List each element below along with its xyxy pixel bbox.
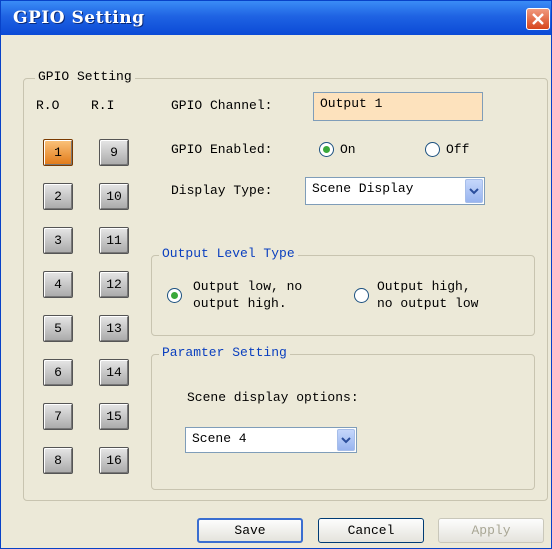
- gpio-output-button-label: 3: [54, 233, 62, 248]
- close-button[interactable]: [526, 8, 550, 30]
- output-level-title: Output Level Type: [159, 246, 298, 261]
- gpio-output-button[interactable]: 2: [43, 183, 73, 210]
- gpio-input-button-label: 14: [106, 365, 122, 380]
- gpio-channel-field[interactable]: Output 1: [313, 92, 483, 121]
- display-type-value: Scene Display: [312, 181, 414, 196]
- scene-display-options-label: Scene display options:: [187, 390, 359, 405]
- gpio-output-button[interactable]: 3: [43, 227, 73, 254]
- gpio-channel-label: GPIO Channel:: [171, 98, 273, 113]
- save-button[interactable]: Save: [197, 518, 303, 543]
- gpio-input-button[interactable]: 12: [99, 271, 129, 298]
- cancel-button[interactable]: Cancel: [318, 518, 424, 543]
- parameter-setting-group: [151, 354, 535, 490]
- gpio-output-button[interactable]: 5: [43, 315, 73, 342]
- gpio-input-button[interactable]: 16: [99, 447, 129, 474]
- output-low-label-line2[interactable]: output high.: [193, 296, 287, 311]
- gpio-enabled-label: GPIO Enabled:: [171, 142, 273, 157]
- close-icon: [532, 13, 544, 25]
- gpio-input-button[interactable]: 10: [99, 183, 129, 210]
- gpio-output-button-label: 8: [54, 453, 62, 468]
- gpio-output-button-label: 1: [54, 145, 62, 160]
- gpio-input-button[interactable]: 11: [99, 227, 129, 254]
- gpio-output-button[interactable]: 4: [43, 271, 73, 298]
- apply-button-label: Apply: [471, 523, 511, 538]
- gpio-output-button[interactable]: 1: [43, 139, 73, 166]
- chevron-down-icon[interactable]: [465, 179, 483, 203]
- display-type-select[interactable]: Scene Display: [305, 177, 485, 205]
- enabled-on-label[interactable]: On: [340, 142, 356, 157]
- gpio-channel-value: Output 1: [320, 96, 383, 111]
- gpio-input-button-label: 13: [106, 321, 122, 336]
- gpio-output-button-label: 4: [54, 277, 62, 292]
- window-title: GPIO Setting: [13, 8, 145, 28]
- scene-select-value: Scene 4: [192, 431, 247, 446]
- output-low-radio[interactable]: [167, 288, 182, 303]
- ri-column-header: R.I: [91, 98, 115, 113]
- output-high-label-line2[interactable]: no output low: [377, 296, 478, 311]
- title-bar: GPIO Setting: [1, 1, 551, 35]
- chevron-down-icon[interactable]: [337, 429, 355, 451]
- gpio-input-button[interactable]: 14: [99, 359, 129, 386]
- gpio-input-button-label: 10: [106, 189, 122, 204]
- save-button-label: Save: [234, 523, 266, 538]
- gpio-output-button[interactable]: 8: [43, 447, 73, 474]
- output-high-label-line1[interactable]: Output high,: [377, 279, 471, 294]
- display-type-label: Display Type:: [171, 183, 273, 198]
- gpio-input-button-label: 11: [106, 233, 122, 248]
- apply-button[interactable]: Apply: [438, 518, 544, 543]
- gpio-setting-group-title: GPIO Setting: [35, 69, 135, 84]
- gpio-input-button-label: 16: [106, 453, 122, 468]
- enabled-off-radio[interactable]: [425, 142, 440, 157]
- gpio-input-button[interactable]: 15: [99, 403, 129, 430]
- parameter-setting-title: Paramter Setting: [159, 345, 290, 360]
- gpio-output-button[interactable]: 6: [43, 359, 73, 386]
- gpio-input-button[interactable]: 13: [99, 315, 129, 342]
- gpio-output-button-label: 5: [54, 321, 62, 336]
- gpio-output-button-label: 7: [54, 409, 62, 424]
- output-high-radio[interactable]: [354, 288, 369, 303]
- output-low-label-line1[interactable]: Output low, no: [193, 279, 302, 294]
- gpio-input-button-label: 12: [106, 277, 122, 292]
- enabled-on-radio[interactable]: [319, 142, 334, 157]
- enabled-off-label[interactable]: Off: [446, 142, 469, 157]
- gpio-output-button-label: 6: [54, 365, 62, 380]
- gpio-input-button[interactable]: 9: [99, 139, 129, 166]
- cancel-button-label: Cancel: [347, 523, 395, 538]
- gpio-output-button-label: 2: [54, 189, 62, 204]
- gpio-input-button-label: 9: [110, 145, 118, 160]
- gpio-input-button-label: 15: [106, 409, 122, 424]
- ro-column-header: R.O: [36, 98, 60, 113]
- scene-select[interactable]: Scene 4: [185, 427, 357, 453]
- gpio-setting-window: GPIO Setting GPIO Setting R.O R.I 123456…: [0, 0, 552, 549]
- gpio-output-button[interactable]: 7: [43, 403, 73, 430]
